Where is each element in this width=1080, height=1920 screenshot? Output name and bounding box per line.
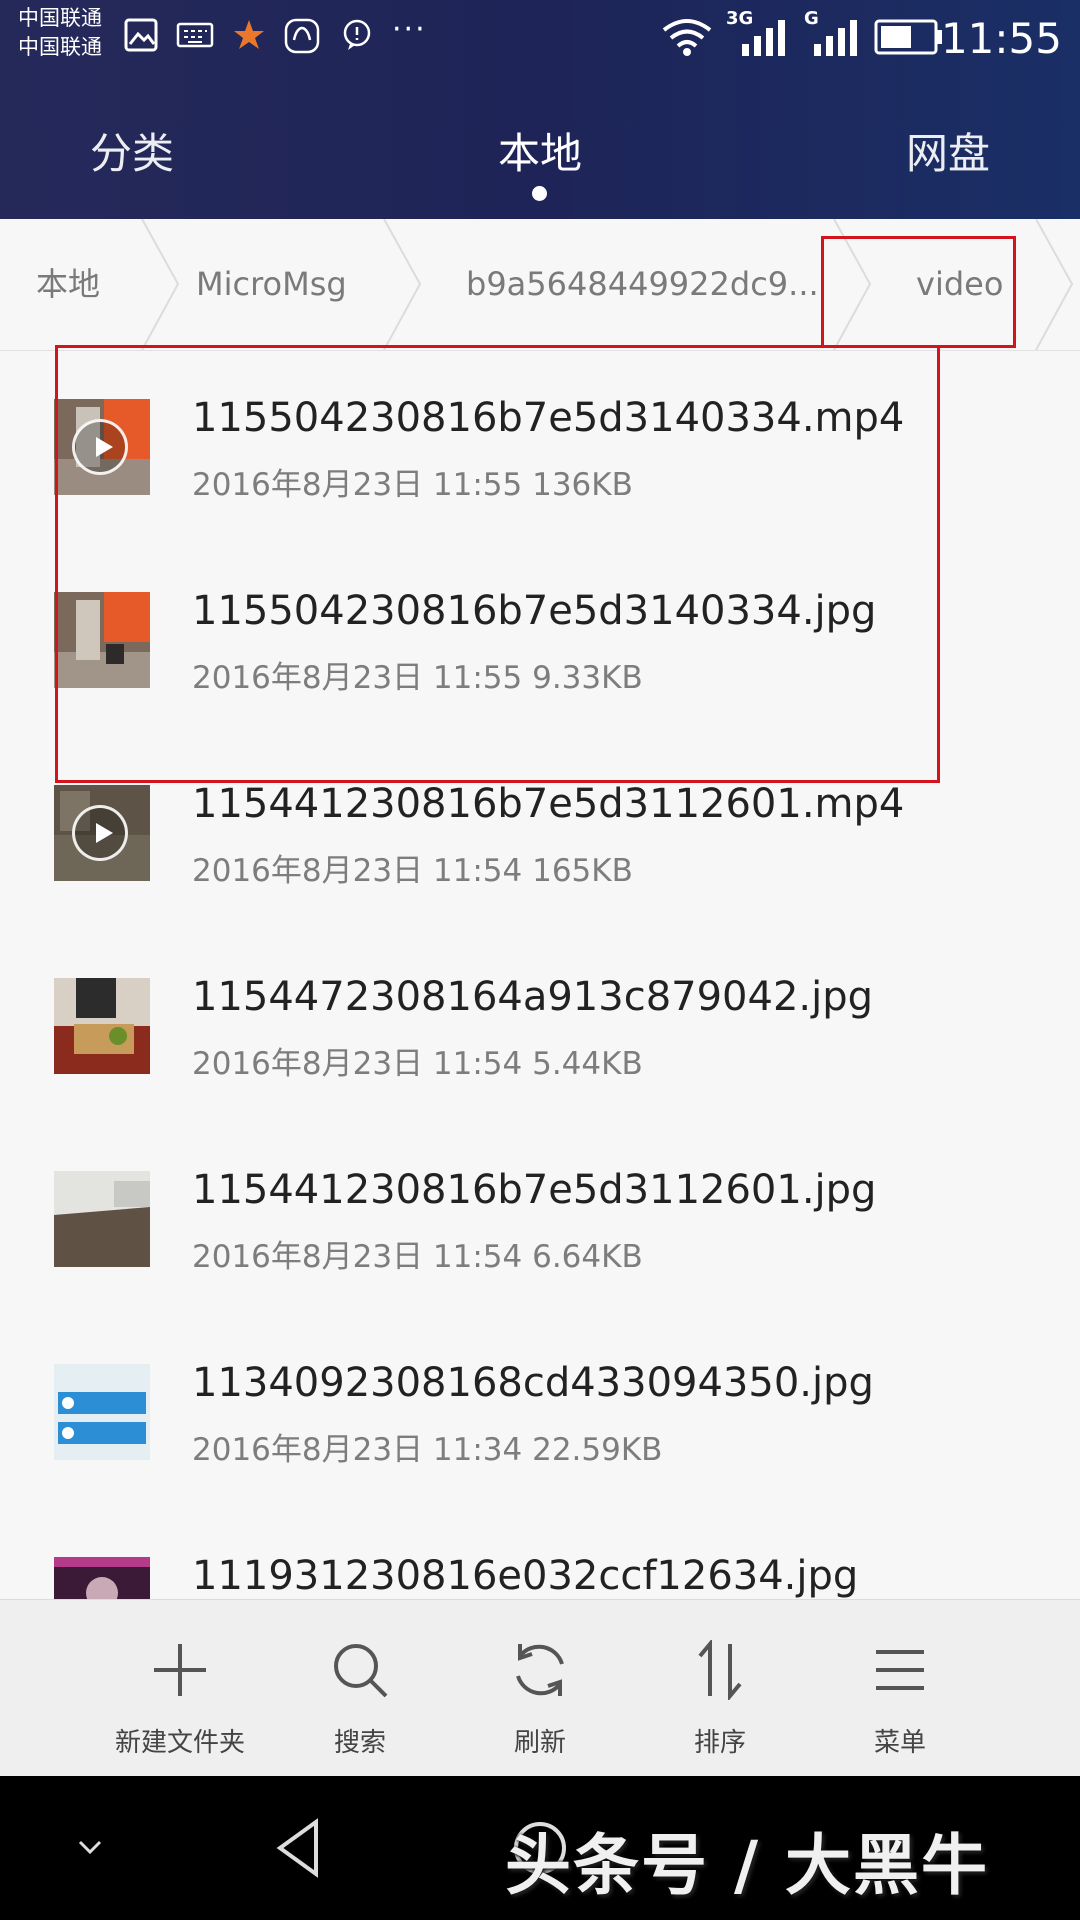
sort-button[interactable]: 排序 (630, 1600, 810, 1777)
file-name: 115441230816b7e5d3112601.jpg (192, 1167, 877, 1213)
huawei-icon (284, 18, 320, 54)
file-meta: 2016年8月23日 11:54 6.64KB (192, 1239, 643, 1275)
sort-label: 排序 (693, 1728, 746, 1758)
new-folder-label: 新建文件夹 (114, 1728, 245, 1758)
menu-label: 菜单 (873, 1728, 926, 1758)
play-icon (72, 805, 128, 861)
breadcrumb-item-micromsg[interactable]: MicroMsg (196, 219, 347, 350)
new-files-highlight-box (55, 345, 940, 783)
bottom-toolbar: 新建文件夹 搜索 刷新 排序 菜单 (0, 1599, 1080, 1777)
sort-icon (698, 1640, 742, 1700)
file-name: 111931230816e032ccf12634.jpg (192, 1553, 859, 1599)
plus-icon (154, 1644, 206, 1696)
refresh-label: 刷新 (513, 1728, 566, 1758)
file-meta: 2016年8月23日 11:54 5.44KB (192, 1046, 643, 1082)
search-button[interactable]: 搜索 (270, 1600, 450, 1777)
clock: 11:55 (940, 14, 1062, 63)
file-thumbnail (54, 1557, 150, 1599)
menu-button[interactable]: 菜单 (810, 1600, 990, 1777)
keyboard-icon (176, 22, 214, 48)
message-icon (343, 19, 371, 50)
search-label: 搜索 (333, 1728, 386, 1758)
video-folder-highlight-box (821, 236, 1016, 348)
list-item[interactable]: 111931230816e032ccf12634.jpg (0, 1509, 1080, 1599)
file-name: 115441230816b7e5d3112601.mp4 (192, 781, 905, 827)
tab-category[interactable]: 分类 (32, 120, 232, 181)
status-bar: 中国联通 中国联通 ··· 3G G 11:55 (0, 0, 1080, 80)
refresh-icon (516, 1644, 564, 1696)
menu-icon (876, 1650, 924, 1690)
file-meta: 2016年8月23日 11:34 22.59KB (192, 1432, 663, 1468)
breadcrumb-item-account[interactable]: b9a5648449922dc9... (466, 219, 819, 350)
tab-cloud-disk[interactable]: 网盘 (848, 120, 1048, 181)
carrier-label-2: 中国联通 (18, 35, 102, 59)
file-meta: 2016年8月23日 11:54 165KB (192, 853, 633, 889)
system-nav-bar: 头条号 / 大黑牛 (0, 1776, 1080, 1920)
new-folder-button[interactable]: 新建文件夹 (90, 1600, 270, 1777)
app-header: 中国联通 中国联通 ··· 3G G 11:55 分类 本地 网盘 (0, 0, 1080, 219)
wifi-icon (662, 19, 712, 56)
file-thumbnail (54, 1364, 150, 1460)
breadcrumb-chevron-icon (141, 219, 180, 350)
breadcrumb-chevron-icon (1035, 219, 1074, 350)
hide-nav-chevron-icon[interactable] (70, 1828, 110, 1868)
search-icon (334, 1644, 388, 1698)
file-name: 1134092308168cd433094350.jpg (192, 1360, 874, 1406)
gallery-notification-icon (124, 18, 158, 52)
breadcrumb-item-local[interactable]: 本地 (36, 219, 100, 350)
active-tab-indicator (532, 186, 547, 201)
watermark-text: 头条号 / 大黑牛 (505, 1827, 990, 1904)
tab-local[interactable]: 本地 (440, 120, 640, 181)
tab-bar: 分类 本地 网盘 (0, 100, 1080, 200)
carrier-label-1: 中国联通 (18, 6, 102, 30)
more-notifications-icon: ··· (392, 12, 427, 47)
list-item[interactable]: 1134092308168cd433094350.jpg 2016年8月23日 … (0, 1316, 1080, 1510)
signal-icon-2 (814, 20, 857, 56)
file-name: 1154472308164a913c879042.jpg (192, 974, 873, 1020)
back-icon[interactable] (270, 1816, 330, 1880)
battery-icon (874, 19, 942, 55)
list-item[interactable]: 1154472308164a913c879042.jpg 2016年8月23日 … (0, 930, 1080, 1124)
carrier-labels: 中国联通 中国联通 (18, 4, 102, 62)
file-thumbnail (54, 978, 150, 1074)
list-item[interactable]: 115441230816b7e5d3112601.jpg 2016年8月23日 … (0, 1123, 1080, 1317)
file-thumbnail (54, 785, 150, 881)
file-thumbnail (54, 1171, 150, 1267)
breadcrumb-chevron-icon (383, 219, 422, 350)
refresh-button[interactable]: 刷新 (450, 1600, 630, 1777)
star-icon (234, 20, 264, 49)
signal-icon-1 (742, 20, 785, 56)
